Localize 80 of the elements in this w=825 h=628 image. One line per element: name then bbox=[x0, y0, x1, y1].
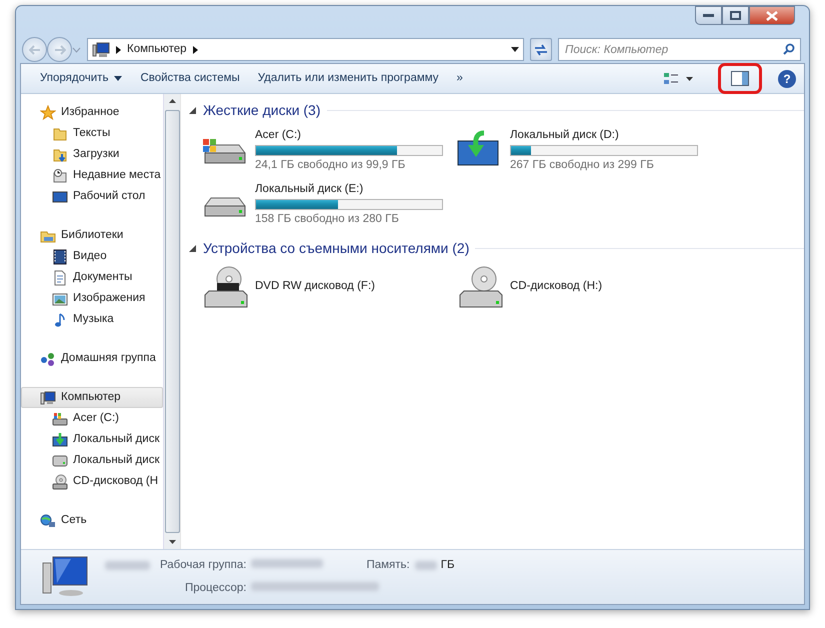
toolbar-button[interactable]: » bbox=[448, 66, 472, 92]
sidebar-item[interactable]: Библиотеки bbox=[21, 225, 163, 246]
network-globe-icon bbox=[40, 512, 56, 528]
download-drive-icon bbox=[52, 432, 68, 448]
chevron-icon bbox=[116, 46, 121, 54]
sidebar-item[interactable]: Компьютер bbox=[21, 387, 163, 408]
toolbar-button[interactable]: Упорядочить bbox=[31, 66, 132, 92]
field-label: Рабочая группа: bbox=[160, 558, 246, 573]
back-arrow-icon bbox=[28, 44, 40, 55]
sidebar-item[interactable]: CD-дисковод (H bbox=[21, 471, 163, 492]
close-button[interactable] bbox=[749, 6, 795, 25]
cd-drive-icon bbox=[52, 474, 68, 490]
sidebar-item[interactable]: Видео bbox=[21, 246, 163, 267]
blurred-text bbox=[414, 560, 437, 570]
field-label: Процессор: bbox=[184, 581, 246, 596]
homegroup-icon bbox=[40, 350, 56, 366]
section-heading: Жесткие диски (3) bbox=[203, 101, 321, 120]
breadcrumb-item[interactable]: Компьютер bbox=[127, 41, 187, 59]
toolbar-button[interactable]: Удалить или изменить программу bbox=[248, 66, 448, 92]
view-list-icon bbox=[663, 72, 693, 86]
drive-name[interactable]: Acer (C:) bbox=[255, 127, 443, 144]
maximize-icon bbox=[730, 11, 741, 20]
drive-name[interactable]: DVD RW дисковод (F:) bbox=[255, 278, 375, 296]
refresh-arrows-icon bbox=[534, 44, 548, 56]
collapse-toggle[interactable] bbox=[189, 244, 197, 252]
film-icon bbox=[52, 248, 68, 264]
drive-name[interactable]: Локальный диск (D:) bbox=[510, 127, 698, 144]
sidebar-item[interactable]: Тексты bbox=[21, 123, 163, 144]
sidebar-item[interactable]: Сеть bbox=[21, 510, 163, 531]
recent-places-icon bbox=[52, 168, 68, 184]
computer-icon bbox=[92, 42, 110, 58]
folder-icon bbox=[52, 126, 68, 142]
sidebar-item[interactable]: Локальный диск bbox=[21, 450, 163, 471]
search-field[interactable]: Поиск: Компьютер bbox=[558, 38, 801, 62]
sidebar-item[interactable]: Изображения bbox=[21, 288, 163, 309]
close-icon bbox=[766, 10, 778, 20]
caret-icon bbox=[114, 76, 122, 81]
scrollbar-thumb[interactable] bbox=[164, 110, 180, 533]
sidebar-item[interactable]: Загрузки bbox=[21, 144, 163, 165]
scroll-up-icon bbox=[168, 98, 176, 104]
search-icon bbox=[783, 43, 795, 56]
collapse-toggle[interactable] bbox=[189, 106, 197, 114]
picture-icon bbox=[52, 290, 68, 306]
free-space-text: 267 ГБ свободно из 299 ГБ bbox=[510, 158, 655, 174]
maximize-button[interactable] bbox=[722, 6, 749, 25]
free-space-text: 158 ГБ свободно из 280 ГБ bbox=[255, 212, 400, 227]
hard-drive-icon bbox=[52, 452, 68, 468]
refresh-button[interactable] bbox=[530, 38, 552, 62]
minimize-button[interactable] bbox=[695, 6, 722, 25]
sidebar-item[interactable]: Локальный диск bbox=[21, 429, 163, 450]
windows-drive-icon bbox=[52, 410, 68, 426]
computer-icon bbox=[40, 390, 56, 406]
document-icon bbox=[52, 270, 68, 286]
free-space-text: 24,1 ГБ свободно из 99,9 ГБ bbox=[255, 158, 406, 174]
section-heading: Устройства со съемными носителями (2) bbox=[203, 239, 470, 258]
chevron-icon bbox=[192, 46, 198, 54]
dropdown-caret-icon[interactable] bbox=[511, 47, 519, 52]
toolbar-button[interactable]: Свойства системы bbox=[131, 66, 249, 92]
scrollbar[interactable] bbox=[163, 94, 180, 549]
minimize-icon bbox=[703, 14, 714, 18]
sidebar-item[interactable]: Музыка bbox=[21, 309, 163, 330]
address-bar[interactable]: Компьютер bbox=[87, 38, 524, 62]
desktop-icon bbox=[52, 188, 68, 204]
unit-label: ГБ bbox=[440, 558, 455, 573]
scroll-down-icon bbox=[168, 539, 176, 545]
download-folder-icon bbox=[52, 146, 68, 162]
forward-arrow-icon bbox=[54, 44, 66, 55]
sidebar-item[interactable]: Документы bbox=[21, 267, 163, 288]
sidebar-item[interactable]: Acer (C:) bbox=[21, 408, 163, 429]
help-button[interactable]: ? bbox=[778, 70, 796, 88]
drive-name[interactable]: Локальный диск (E:) bbox=[255, 180, 443, 198]
blurred-text bbox=[105, 560, 150, 570]
sidebar-item[interactable]: Домашняя группа bbox=[21, 348, 163, 369]
drive-name[interactable]: CD-дисковод (H:) bbox=[510, 278, 602, 296]
sidebar-item[interactable]: Избранное bbox=[21, 102, 163, 123]
sidebar-item[interactable]: Рабочий стол bbox=[21, 186, 163, 207]
sidebar-item[interactable]: Недавние места bbox=[21, 165, 163, 186]
field-label: Память: bbox=[366, 558, 410, 573]
preview-pane-icon bbox=[731, 71, 749, 86]
star-icon bbox=[40, 104, 56, 120]
